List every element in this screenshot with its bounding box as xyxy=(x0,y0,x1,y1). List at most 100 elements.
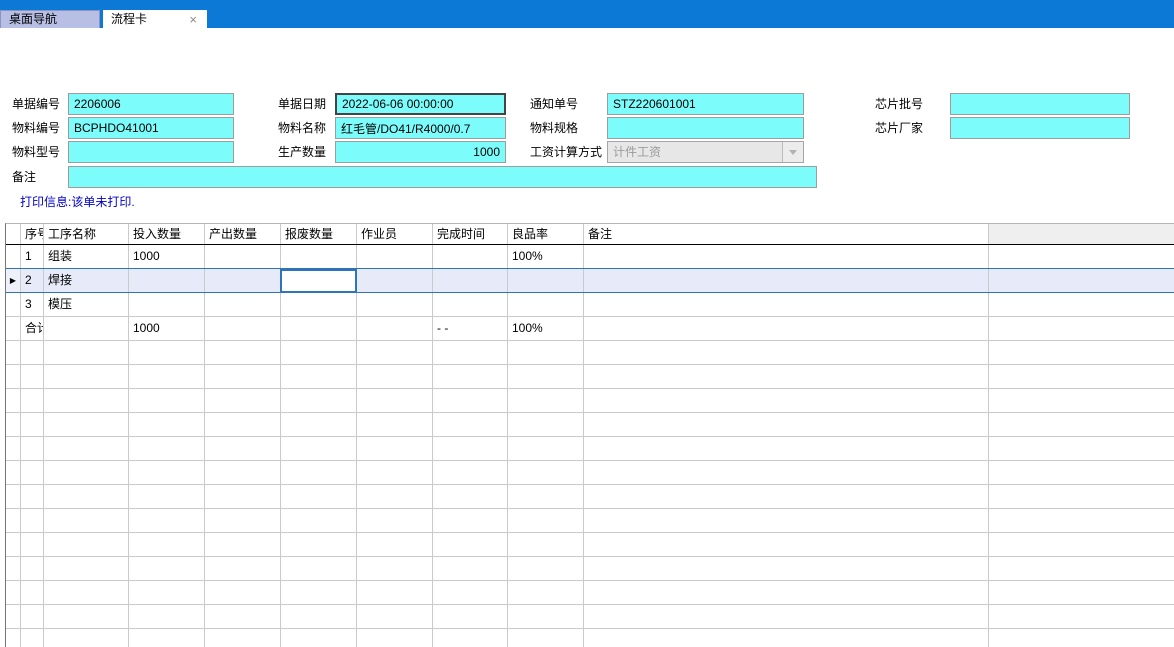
row-indicator xyxy=(6,293,20,316)
table-row-empty[interactable] xyxy=(6,557,1174,581)
col-header-seq[interactable]: 序号 xyxy=(20,224,43,244)
table-row-empty[interactable] xyxy=(6,437,1174,461)
table-row-empty[interactable] xyxy=(6,461,1174,485)
cell-operator[interactable] xyxy=(356,269,432,292)
chevron-down-icon xyxy=(789,150,797,155)
col-header-yield-rate[interactable]: 良品率 xyxy=(507,224,583,244)
doc-no-input[interactable] xyxy=(68,93,234,115)
cell-process[interactable]: 组装 xyxy=(43,245,128,268)
row-indicator xyxy=(6,317,20,340)
cell-operator[interactable] xyxy=(356,245,432,268)
chip-maker-input[interactable] xyxy=(950,117,1130,139)
close-icon[interactable]: × xyxy=(187,13,199,26)
material-model-input[interactable] xyxy=(68,141,234,163)
row-indicator-header xyxy=(6,224,20,244)
col-header-process[interactable]: 工序名称 xyxy=(43,224,128,244)
prod-qty-input[interactable] xyxy=(335,141,506,163)
table-row-selected[interactable]: ▶ 2 焊接 xyxy=(6,269,1174,293)
table-row[interactable]: 1 组装 1000 100% xyxy=(6,245,1174,269)
remark-input[interactable] xyxy=(68,166,817,188)
cell-yield-rate[interactable]: 100% xyxy=(507,317,583,340)
cell-operator[interactable] xyxy=(356,293,432,316)
wage-method-select[interactable]: 计件工资 xyxy=(607,141,804,163)
table-row-empty[interactable] xyxy=(6,533,1174,557)
cell-seq[interactable]: 合计 xyxy=(20,317,43,340)
table-row-empty[interactable] xyxy=(6,389,1174,413)
grid-header-row: 序号 工序名称 投入数量 产出数量 报废数量 作业员 完成时间 良品率 备注 xyxy=(6,224,1174,245)
process-grid: 序号 工序名称 投入数量 产出数量 报废数量 作业员 完成时间 良品率 备注 1… xyxy=(5,223,1174,647)
col-header-finish-time[interactable]: 完成时间 xyxy=(432,224,507,244)
table-row-empty[interactable] xyxy=(6,365,1174,389)
tab-process-card[interactable]: 流程卡 × xyxy=(103,10,207,28)
col-header-scrap-qty[interactable]: 报废数量 xyxy=(280,224,356,244)
notice-no-input[interactable] xyxy=(607,93,804,115)
table-row-empty[interactable] xyxy=(6,629,1174,647)
material-no-label: 物料编号 xyxy=(12,117,60,139)
cell-scrap-qty[interactable] xyxy=(280,317,356,340)
doc-date-input[interactable] xyxy=(335,93,506,115)
cell-finish-time[interactable] xyxy=(432,269,507,292)
cell-input-qty[interactable] xyxy=(128,269,204,292)
tab-bar: 桌面导航 流程卡 × xyxy=(0,0,1174,28)
cell-operator[interactable] xyxy=(356,317,432,340)
row-indicator-arrow: ▶ xyxy=(6,269,20,292)
material-spec-input[interactable] xyxy=(607,117,804,139)
process-card-window: 桌面导航 流程卡 × 单据编号 单据日期 通知单号 芯片批号 物料编号 物料名称… xyxy=(0,0,1174,647)
cell-input-qty[interactable]: 1000 xyxy=(128,317,204,340)
cell-output-qty[interactable] xyxy=(204,317,280,340)
scrap-qty-cell-editor[interactable] xyxy=(280,269,357,293)
cell-filler xyxy=(988,269,1174,292)
chip-maker-label: 芯片厂家 xyxy=(875,117,923,139)
cell-remark[interactable] xyxy=(583,269,988,292)
cell-output-qty[interactable] xyxy=(204,245,280,268)
cell-process[interactable] xyxy=(43,317,128,340)
combo-dropdown-button[interactable] xyxy=(782,142,803,162)
cell-process[interactable]: 焊接 xyxy=(43,269,128,292)
cell-scrap-qty[interactable] xyxy=(280,293,356,316)
tab-desktop-nav[interactable]: 桌面导航 xyxy=(0,10,100,28)
col-header-input-qty[interactable]: 投入数量 xyxy=(128,224,204,244)
table-row-total[interactable]: 合计 1000 - - 100% xyxy=(6,317,1174,341)
cell-seq[interactable]: 2 xyxy=(20,269,43,292)
cell-yield-rate[interactable] xyxy=(507,293,583,316)
cell-filler xyxy=(988,245,1174,268)
cell-process[interactable]: 模压 xyxy=(43,293,128,316)
table-row-empty[interactable] xyxy=(6,413,1174,437)
table-row-empty[interactable] xyxy=(6,485,1174,509)
remark-label: 备注 xyxy=(12,166,36,188)
chip-batch-input[interactable] xyxy=(950,93,1130,115)
table-row-empty[interactable] xyxy=(6,581,1174,605)
cell-remark[interactable] xyxy=(583,317,988,340)
cell-finish-time[interactable] xyxy=(432,245,507,268)
material-no-input[interactable] xyxy=(68,117,234,139)
cell-output-qty[interactable] xyxy=(204,293,280,316)
cell-output-qty[interactable] xyxy=(204,269,280,292)
doc-no-label: 单据编号 xyxy=(12,93,60,115)
cell-seq[interactable]: 3 xyxy=(20,293,43,316)
cell-remark[interactable] xyxy=(583,293,988,316)
table-row-empty[interactable] xyxy=(6,605,1174,629)
table-row-empty[interactable] xyxy=(6,341,1174,365)
table-row[interactable]: 3 模压 xyxy=(6,293,1174,317)
tab-desktop-nav-label: 桌面导航 xyxy=(9,12,57,26)
table-row-empty[interactable] xyxy=(6,509,1174,533)
cell-seq[interactable]: 1 xyxy=(20,245,43,268)
notice-no-label: 通知单号 xyxy=(530,93,578,115)
cell-finish-time[interactable]: - - xyxy=(432,317,507,340)
row-indicator xyxy=(6,245,20,268)
material-name-input[interactable] xyxy=(335,117,506,139)
material-model-label: 物料型号 xyxy=(12,141,60,163)
grid-body: 1 组装 1000 100% ▶ 2 焊接 xyxy=(6,245,1174,647)
cell-input-qty[interactable] xyxy=(128,293,204,316)
cell-input-qty[interactable]: 1000 xyxy=(128,245,204,268)
col-header-remark[interactable]: 备注 xyxy=(583,224,988,244)
cell-filler xyxy=(988,317,1174,340)
cell-yield-rate[interactable]: 100% xyxy=(507,245,583,268)
cell-remark[interactable] xyxy=(583,245,988,268)
col-header-output-qty[interactable]: 产出数量 xyxy=(204,224,280,244)
col-header-operator[interactable]: 作业员 xyxy=(356,224,432,244)
cell-yield-rate[interactable] xyxy=(507,269,583,292)
material-name-label: 物料名称 xyxy=(278,117,326,139)
cell-scrap-qty[interactable] xyxy=(280,245,356,268)
cell-finish-time[interactable] xyxy=(432,293,507,316)
